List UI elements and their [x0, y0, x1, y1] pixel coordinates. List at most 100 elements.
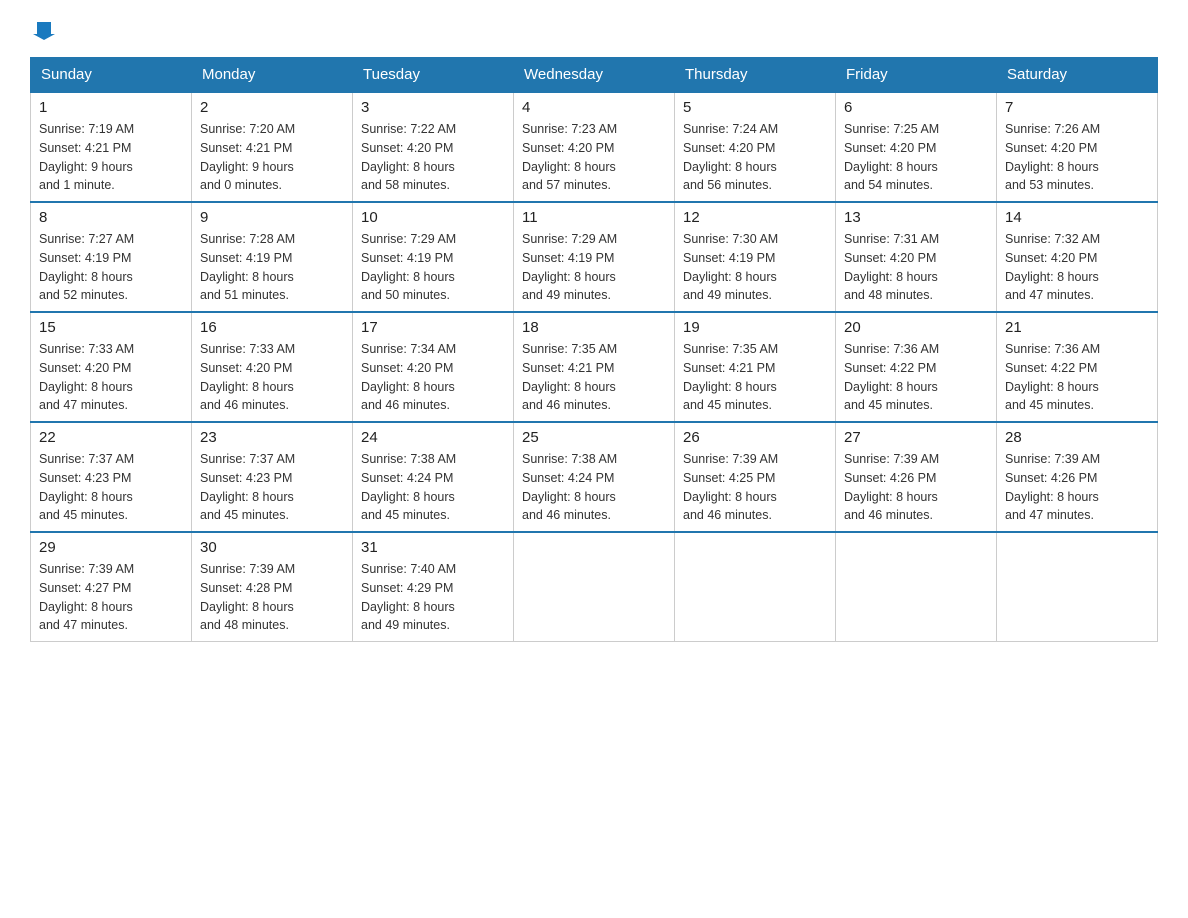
week-row-3: 15 Sunrise: 7:33 AMSunset: 4:20 PMDayligh… — [31, 312, 1158, 422]
day-info: Sunrise: 7:33 AMSunset: 4:20 PMDaylight:… — [39, 340, 183, 415]
day-number: 22 — [39, 429, 183, 446]
calendar-cell — [514, 532, 675, 642]
day-number: 9 — [200, 209, 344, 226]
day-number: 14 — [1005, 209, 1149, 226]
calendar-cell: 28Sunrise: 7:39 AMSunset: 4:26 PMDayligh… — [997, 422, 1158, 532]
weekday-header-row: SundayMondayTuesdayWednesdayThursdayFrid… — [31, 58, 1158, 93]
day-info: Sunrise: 7:29 AMSunset: 4:19 PMDaylight:… — [361, 230, 505, 305]
day-number: 2 — [200, 99, 344, 116]
calendar-cell: 26Sunrise: 7:39 AMSunset: 4:25 PMDayligh… — [675, 422, 836, 532]
calendar-cell: 16 Sunrise: 7:33 AMSunset: 4:20 PMDayligh… — [192, 312, 353, 422]
week-row-5: 29 Sunrise: 7:39 AMSunset: 4:27 PMDayligh… — [31, 532, 1158, 642]
day-info: Sunrise: 7:36 AMSunset: 4:22 PMDaylight:… — [844, 340, 988, 415]
day-info: Sunrise: 7:39 AMSunset: 4:28 PMDaylight:… — [200, 560, 344, 635]
calendar-cell — [836, 532, 997, 642]
day-number: 21 — [1005, 319, 1149, 336]
weekday-header-wednesday: Wednesday — [514, 58, 675, 93]
day-number: 20 — [844, 319, 988, 336]
calendar-cell: 27 Sunrise: 7:39 AMSunset: 4:26 PMDayligh… — [836, 422, 997, 532]
day-info: Sunrise: 7:30 AMSunset: 4:19 PMDaylight:… — [683, 230, 827, 305]
calendar-cell: 7Sunrise: 7:26 AMSunset: 4:20 PMDaylight… — [997, 92, 1158, 202]
day-info: Sunrise: 7:40 AMSunset: 4:29 PMDaylight:… — [361, 560, 505, 635]
day-number: 10 — [361, 209, 505, 226]
day-number: 24 — [361, 429, 505, 446]
calendar-cell: 10 Sunrise: 7:29 AMSunset: 4:19 PMDayligh… — [353, 202, 514, 312]
calendar-cell: 2 Sunrise: 7:20 AMSunset: 4:21 PMDaylight… — [192, 92, 353, 202]
day-info: Sunrise: 7:25 AMSunset: 4:20 PMDaylight:… — [844, 120, 988, 195]
day-number: 1 — [39, 99, 183, 116]
calendar-cell: 13 Sunrise: 7:31 AMSunset: 4:20 PMDayligh… — [836, 202, 997, 312]
weekday-header-thursday: Thursday — [675, 58, 836, 93]
day-info: Sunrise: 7:29 AMSunset: 4:19 PMDaylight:… — [522, 230, 666, 305]
day-number: 27 — [844, 429, 988, 446]
day-info: Sunrise: 7:34 AMSunset: 4:20 PMDaylight:… — [361, 340, 505, 415]
day-number: 29 — [39, 539, 183, 556]
day-info: Sunrise: 7:20 AMSunset: 4:21 PMDaylight:… — [200, 120, 344, 195]
day-number: 3 — [361, 99, 505, 116]
day-number: 19 — [683, 319, 827, 336]
day-number: 16 — [200, 319, 344, 336]
calendar-cell: 15 Sunrise: 7:33 AMSunset: 4:20 PMDayligh… — [31, 312, 192, 422]
day-info: Sunrise: 7:37 AMSunset: 4:23 PMDaylight:… — [200, 450, 344, 525]
day-info: Sunrise: 7:24 AMSunset: 4:20 PMDaylight:… — [683, 120, 827, 195]
day-info: Sunrise: 7:32 AMSunset: 4:20 PMDaylight:… — [1005, 230, 1149, 305]
calendar-cell — [675, 532, 836, 642]
calendar-cell: 9 Sunrise: 7:28 AMSunset: 4:19 PMDaylight… — [192, 202, 353, 312]
calendar-cell: 25Sunrise: 7:38 AMSunset: 4:24 PMDayligh… — [514, 422, 675, 532]
day-info: Sunrise: 7:26 AMSunset: 4:20 PMDaylight:… — [1005, 120, 1149, 195]
calendar-cell: 19Sunrise: 7:35 AMSunset: 4:21 PMDayligh… — [675, 312, 836, 422]
logo-arrow-icon — [33, 20, 55, 45]
logo — [30, 20, 55, 47]
weekday-header-tuesday: Tuesday — [353, 58, 514, 93]
day-number: 11 — [522, 209, 666, 226]
weekday-header-monday: Monday — [192, 58, 353, 93]
calendar-cell: 31 Sunrise: 7:40 AMSunset: 4:29 PMDayligh… — [353, 532, 514, 642]
day-number: 31 — [361, 539, 505, 556]
calendar-cell: 5 Sunrise: 7:24 AMSunset: 4:20 PMDaylight… — [675, 92, 836, 202]
day-info: Sunrise: 7:35 AMSunset: 4:21 PMDaylight:… — [522, 340, 666, 415]
day-number: 6 — [844, 99, 988, 116]
weekday-header-friday: Friday — [836, 58, 997, 93]
day-info: Sunrise: 7:39 AMSunset: 4:26 PMDaylight:… — [1005, 450, 1149, 525]
calendar-cell — [997, 532, 1158, 642]
day-number: 23 — [200, 429, 344, 446]
day-info: Sunrise: 7:36 AMSunset: 4:22 PMDaylight:… — [1005, 340, 1149, 415]
calendar-cell: 21 Sunrise: 7:36 AMSunset: 4:22 PMDayligh… — [997, 312, 1158, 422]
day-info: Sunrise: 7:39 AMSunset: 4:27 PMDaylight:… — [39, 560, 183, 635]
day-info: Sunrise: 7:31 AMSunset: 4:20 PMDaylight:… — [844, 230, 988, 305]
day-number: 8 — [39, 209, 183, 226]
day-info: Sunrise: 7:27 AMSunset: 4:19 PMDaylight:… — [39, 230, 183, 305]
day-info: Sunrise: 7:19 AMSunset: 4:21 PMDaylight:… — [39, 120, 183, 195]
day-number: 15 — [39, 319, 183, 336]
day-info: Sunrise: 7:28 AMSunset: 4:19 PMDaylight:… — [200, 230, 344, 305]
week-row-4: 22 Sunrise: 7:37 AMSunset: 4:23 PMDayligh… — [31, 422, 1158, 532]
week-row-1: 1 Sunrise: 7:19 AMSunset: 4:21 PMDaylight… — [31, 92, 1158, 202]
calendar-cell: 14 Sunrise: 7:32 AMSunset: 4:20 PMDayligh… — [997, 202, 1158, 312]
calendar-cell: 4 Sunrise: 7:23 AMSunset: 4:20 PMDaylight… — [514, 92, 675, 202]
calendar-cell: 29 Sunrise: 7:39 AMSunset: 4:27 PMDayligh… — [31, 532, 192, 642]
day-info: Sunrise: 7:33 AMSunset: 4:20 PMDaylight:… — [200, 340, 344, 415]
calendar-cell: 6 Sunrise: 7:25 AMSunset: 4:20 PMDaylight… — [836, 92, 997, 202]
calendar-cell: 18 Sunrise: 7:35 AMSunset: 4:21 PMDayligh… — [514, 312, 675, 422]
day-number: 12 — [683, 209, 827, 226]
calendar-cell: 11 Sunrise: 7:29 AMSunset: 4:19 PMDayligh… — [514, 202, 675, 312]
page-header — [30, 20, 1158, 47]
day-info: Sunrise: 7:39 AMSunset: 4:25 PMDaylight:… — [683, 450, 827, 525]
calendar-cell: 24Sunrise: 7:38 AMSunset: 4:24 PMDayligh… — [353, 422, 514, 532]
calendar-cell: 3 Sunrise: 7:22 AMSunset: 4:20 PMDaylight… — [353, 92, 514, 202]
day-info: Sunrise: 7:37 AMSunset: 4:23 PMDaylight:… — [39, 450, 183, 525]
calendar-cell: 23 Sunrise: 7:37 AMSunset: 4:23 PMDayligh… — [192, 422, 353, 532]
calendar-cell: 20 Sunrise: 7:36 AMSunset: 4:22 PMDayligh… — [836, 312, 997, 422]
day-info: Sunrise: 7:23 AMSunset: 4:20 PMDaylight:… — [522, 120, 666, 195]
calendar-cell: 22 Sunrise: 7:37 AMSunset: 4:23 PMDayligh… — [31, 422, 192, 532]
weekday-header-sunday: Sunday — [31, 58, 192, 93]
day-number: 18 — [522, 319, 666, 336]
day-info: Sunrise: 7:38 AMSunset: 4:24 PMDaylight:… — [522, 450, 666, 525]
calendar-cell: 30Sunrise: 7:39 AMSunset: 4:28 PMDayligh… — [192, 532, 353, 642]
day-number: 13 — [844, 209, 988, 226]
day-info: Sunrise: 7:22 AMSunset: 4:20 PMDaylight:… — [361, 120, 505, 195]
day-number: 5 — [683, 99, 827, 116]
day-info: Sunrise: 7:39 AMSunset: 4:26 PMDaylight:… — [844, 450, 988, 525]
calendar-table: SundayMondayTuesdayWednesdayThursdayFrid… — [30, 57, 1158, 642]
day-number: 4 — [522, 99, 666, 116]
